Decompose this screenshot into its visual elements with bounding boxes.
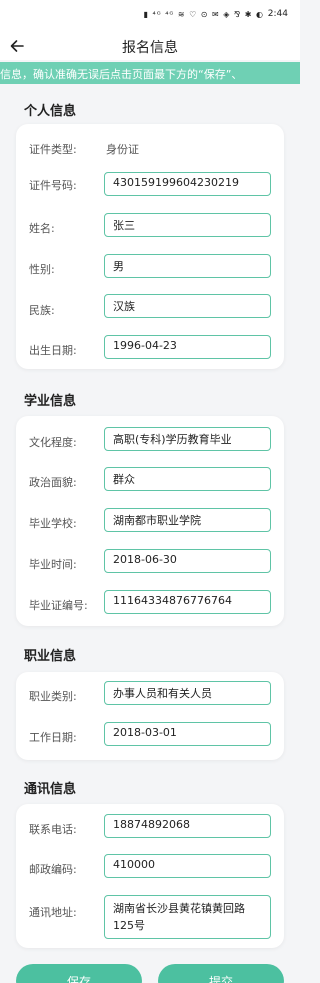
postcode-label: 邮政编码: <box>29 863 77 876</box>
education-level-label: 文化程度: <box>29 436 77 449</box>
section-title-contact: 通讯信息 <box>24 782 77 797</box>
education-level-field[interactable]: 高职(专科)学历教育毕业 <box>104 427 271 451</box>
id-type-value: 身份证 <box>106 143 139 156</box>
political-status-label: 政治面貌: <box>29 476 77 489</box>
graduation-time-field[interactable]: 2018-06-30 <box>104 549 271 573</box>
section-title-education: 学业信息 <box>24 394 77 409</box>
address-field[interactable]: 湖南省长沙县黄花镇黄回路125号 <box>104 895 271 939</box>
occupation-category-field[interactable]: 办事人员和有关人员 <box>104 681 271 705</box>
work-date-field[interactable]: 2018-03-01 <box>104 722 271 746</box>
notice-banner: 信息，确认准确无误后点击页面最下方的“保存”、 <box>0 62 300 84</box>
status-time: 2:44 <box>267 9 288 19</box>
personal-info-card <box>16 124 284 369</box>
address-label: 通讯地址: <box>29 906 77 919</box>
graduation-time-label: 毕业时间: <box>29 558 77 571</box>
gender-field[interactable]: 男 <box>104 254 271 278</box>
id-number-field[interactable]: 430159199604230219 <box>104 172 271 196</box>
name-field[interactable]: 张三 <box>104 213 271 237</box>
status-bar: ▮ ⁴ᴳ ⁴ᴳ ≋ ♡ ⊙ ✉ ◈ ⅋ ✱ ◐ 2:44 <box>0 0 300 32</box>
diploma-number-label: 毕业证编号: <box>29 599 88 612</box>
name-label: 姓名: <box>29 222 55 235</box>
ethnicity-label: 民族: <box>29 304 55 317</box>
birthdate-field[interactable]: 1996-04-23 <box>104 335 271 359</box>
submit-button[interactable]: 提交 <box>158 964 284 983</box>
id-number-label: 证件号码: <box>29 179 77 192</box>
diploma-number-field[interactable]: 11164334876776764 <box>104 590 271 614</box>
id-type-label: 证件类型: <box>29 143 77 156</box>
status-icons: ▮ ⁴ᴳ ⁴ᴳ ≋ ♡ ⊙ ✉ ◈ ⅋ ✱ ◐ <box>143 10 264 19</box>
graduate-school-label: 毕业学校: <box>29 517 77 530</box>
page-title: 报名信息 <box>122 40 178 56</box>
section-title-career: 职业信息 <box>24 649 77 664</box>
political-status-field[interactable]: 群众 <box>104 467 271 491</box>
occupation-category-label: 职业类别: <box>29 690 77 703</box>
work-date-label: 工作日期: <box>29 731 77 744</box>
phone-field[interactable]: 18874892068 <box>104 814 271 838</box>
notice-text: 信息，确认准确无误后点击页面最下方的“保存”、 <box>0 68 243 81</box>
postcode-field[interactable]: 410000 <box>104 854 271 878</box>
birthdate-label: 出生日期: <box>29 344 77 357</box>
ethnicity-field[interactable]: 汉族 <box>104 294 271 318</box>
phone-label: 联系电话: <box>29 823 77 836</box>
gender-label: 性别: <box>29 263 55 276</box>
section-title-personal: 个人信息 <box>24 104 77 119</box>
nav-bar: 报名信息 <box>0 32 300 60</box>
graduate-school-field[interactable]: 湖南都市职业学院 <box>104 508 271 532</box>
save-button[interactable]: 保存 <box>16 964 142 983</box>
